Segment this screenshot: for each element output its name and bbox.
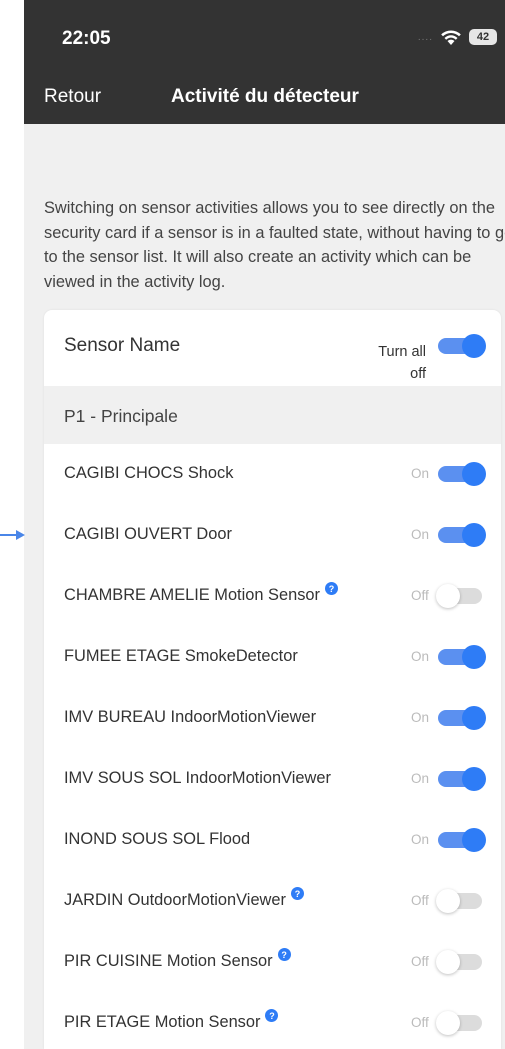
sensor-name-wrap: IMV BUREAU IndoorMotionViewer [64,708,316,727]
sensor-name-wrap: PIR ETAGE Motion Sensor? [64,1009,279,1032]
sensor-state-label: On [411,771,430,786]
arrow-pointer-icon [0,530,25,540]
sensor-row: PIR ETAGE Motion Sensor? Off [44,993,501,1049]
toggle-knob [462,334,486,358]
signal-icon: .... [417,31,433,43]
sensor-state-label: Off [411,954,429,969]
toggle-knob [462,645,486,669]
sensor-row: CHAMBRE AMELIE Motion Sensor? Off [44,566,501,628]
app-screen: 22:05 .... 42 Retour Activité du détecte… [24,0,505,1049]
sensor-name: CAGIBI OUVERT Door [64,525,232,543]
sensor-row: IMV SOUS SOL IndoorMotionViewer On [44,749,501,811]
toggle-knob [462,706,486,730]
sensor-state-label: On [411,832,430,847]
group-label: P1 - Principale [64,406,178,426]
sensor-name-wrap: JARDIN OutdoorMotionViewer? [64,887,304,910]
sensor-state-label: On [411,527,430,542]
sensor-name-wrap: CHAMBRE AMELIE Motion Sensor? [64,582,338,605]
description-text: Switching on sensor activities allows yo… [44,199,505,291]
sensor-name-wrap: IMV SOUS SOL IndoorMotionViewer [64,769,331,788]
sensor-name: IMV BUREAU IndoorMotionViewer [64,708,317,726]
sensor-toggle[interactable] [436,767,486,791]
sensor-name: PIR ETAGE Motion Sensor [64,1013,261,1031]
help-icon[interactable]: ? [277,948,291,961]
sensor-name: CHAMBRE AMELIE Motion Sensor [64,586,320,604]
sensor-row: PIR CUISINE Motion Sensor? Off [44,932,501,994]
sensor-name: CAGIBI CHOCS Shock [64,464,234,482]
sensor-name-wrap: FUMEE ETAGE SmokeDetector [64,647,298,666]
sensor-name: PIR CUISINE Motion Sensor [64,952,273,970]
card-header: Sensor Name Turn all off [44,310,501,386]
sensor-name-wrap: CAGIBI OUVERT Door [64,525,232,544]
group-row: P1 - Principale [44,386,501,444]
sensor-toggle[interactable] [436,584,486,608]
toggle-knob [436,889,460,913]
sensor-row: FUMEE ETAGE SmokeDetector On [44,627,501,689]
sensor-state-label: On [411,466,430,481]
status-icons: .... 42 [418,28,497,46]
sensor-state-label: On [411,710,430,725]
wifi-icon [441,30,461,45]
column-title: Sensor Name [64,335,181,356]
sensor-row: CAGIBI OUVERT Door On [44,505,501,567]
sensor-state-label: Off [411,1015,429,1030]
toggle-knob [436,950,460,974]
sensor-state-label: Off [411,588,429,603]
toggle-knob [462,523,486,547]
help-icon[interactable]: ? [290,887,304,900]
toggle-knob [462,767,486,791]
help-icon[interactable]: ? [265,1009,279,1022]
sensor-toggle[interactable] [436,706,486,730]
sensor-state-label: Off [411,893,429,908]
battery-icon: 42 [469,29,497,45]
turn-all-label: Turn all off [378,344,426,382]
sensor-row: JARDIN OutdoorMotionViewer? Off [44,871,501,933]
sensor-toggle[interactable] [436,889,486,913]
turn-all-toggle[interactable] [436,334,486,358]
sensor-state-label: On [411,649,430,664]
sensor-toggle[interactable] [436,950,486,974]
status-time: 22:05 [62,28,111,49]
help-icon[interactable]: ? [324,582,338,595]
sensor-toggle[interactable] [436,462,486,486]
sensor-name: JARDIN OutdoorMotionViewer [64,891,286,909]
sensor-name-wrap: CAGIBI CHOCS Shock [64,464,233,483]
page-title: Activité du détecteur [171,86,359,107]
sensor-card: Sensor Name Turn all off P1 - Principale… [44,310,501,1049]
toggle-knob [436,584,460,608]
top-bar: 22:05 .... 42 Retour Activité du détecte… [24,0,505,124]
sensor-toggle[interactable] [436,1011,486,1035]
sensor-name-wrap: INOND SOUS SOL Flood [64,830,250,849]
sensor-toggle[interactable] [436,828,486,852]
sensor-row: INOND SOUS SOL Flood On [44,810,501,872]
toggle-knob [462,462,486,486]
sensor-row: IMV BUREAU IndoorMotionViewer On [44,688,501,750]
back-button[interactable]: Retour [44,86,101,108]
toggle-knob [462,828,486,852]
sensor-toggle[interactable] [436,645,486,669]
sensor-row: CAGIBI CHOCS Shock On [44,444,501,506]
toggle-knob [436,1011,460,1035]
sensor-toggle[interactable] [436,523,486,547]
sensor-name-wrap: PIR CUISINE Motion Sensor? [64,948,291,971]
sensor-name: FUMEE ETAGE SmokeDetector [64,647,298,665]
sensor-name: IMV SOUS SOL IndoorMotionViewer [64,769,331,787]
sensor-name: INOND SOUS SOL Flood [64,830,251,848]
